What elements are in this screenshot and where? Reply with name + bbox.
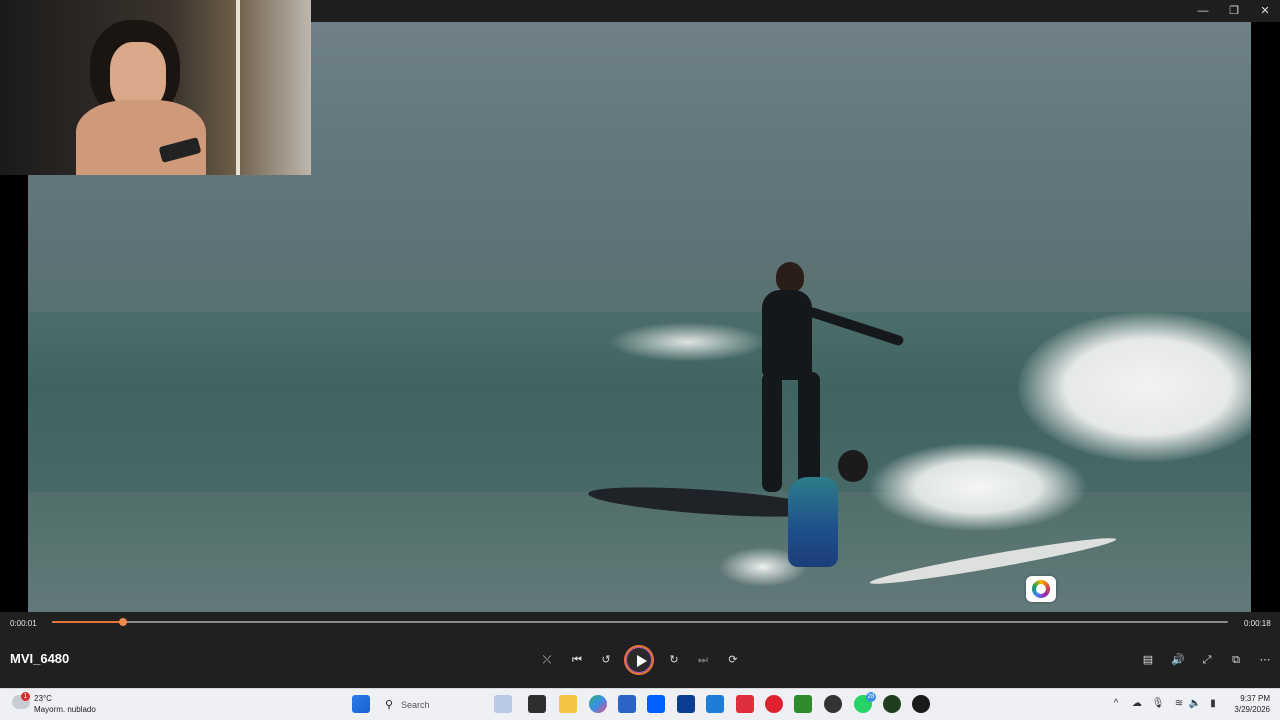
seek-progress <box>52 621 123 623</box>
chatgpt-icon[interactable] <box>824 695 842 713</box>
paddler-head <box>838 450 868 482</box>
dropbox-icon[interactable] <box>647 695 665 713</box>
elapsed-time: 0:00:01 <box>10 619 37 628</box>
lighthouse-icon[interactable] <box>494 695 512 713</box>
speaker-icon[interactable]: 🔈 <box>1188 698 1202 709</box>
surfboard-white <box>868 532 1118 590</box>
store-icon[interactable] <box>618 695 636 713</box>
next-icon[interactable]: ⏭ <box>692 650 714 670</box>
copilot-icon[interactable] <box>589 695 607 713</box>
media-player-window: — ❐ ✕ 0:00:01 0:00:18 MVI_6480 ⤬ ⏮ ↺ ↻ ⏭… <box>0 0 1280 720</box>
repeat-off-icon[interactable]: ⟳ <box>722 650 744 670</box>
taskbar: 1 23°C Mayorm. nublado ⚲ Search 28 ^ ☁ 🎙… <box>0 688 1280 720</box>
surfer-head <box>776 262 804 292</box>
search-label: Search <box>401 700 430 710</box>
close-icon[interactable]: ✕ <box>1250 3 1280 19</box>
surfer-leg-left <box>762 372 782 492</box>
wifi-icon[interactable]: ≋ <box>1172 698 1186 709</box>
surfer-leg-right <box>798 372 820 487</box>
terminal-icon[interactable] <box>794 695 812 713</box>
forward-30-icon[interactable]: ↻ <box>663 650 685 670</box>
media-player-icon[interactable] <box>912 695 930 713</box>
opera-icon[interactable] <box>765 695 783 713</box>
battery-icon[interactable]: ▮ <box>1206 698 1220 709</box>
task-view-icon[interactable] <box>528 695 546 713</box>
seek-bar[interactable] <box>52 618 1228 626</box>
search-icon: ⚲ <box>385 699 394 711</box>
subtitles-icon[interactable]: ▤ <box>1137 650 1159 670</box>
weather-temperature[interactable]: 23°C <box>34 694 52 703</box>
minimize-icon[interactable]: — <box>1188 3 1218 19</box>
wps-icon[interactable] <box>736 695 754 713</box>
fullscreen-icon[interactable]: ⤢ <box>1196 650 1218 670</box>
microphone-icon[interactable]: 🎙 <box>1151 698 1165 709</box>
whatsapp-badge: 28 <box>866 692 876 702</box>
xbox-icon[interactable] <box>883 695 901 713</box>
surfer-torso <box>762 290 812 380</box>
whatsapp-icon[interactable]: 28 <box>854 692 876 713</box>
shuffle-icon[interactable]: ⤬ <box>536 650 558 670</box>
seek-thumb[interactable] <box>118 618 127 626</box>
total-duration: 0:00:18 <box>1244 619 1271 628</box>
chevron-up-icon[interactable]: ^ <box>1109 698 1123 709</box>
wave-lip <box>608 322 768 362</box>
weather-alert-badge: 1 <box>21 692 30 701</box>
miniplayer-icon[interactable]: ⧉ <box>1225 650 1247 670</box>
outlook-icon[interactable] <box>706 695 724 713</box>
windows-start-icon[interactable] <box>352 695 370 713</box>
webcam-overlay <box>0 0 311 175</box>
player-controls: 0:00:01 0:00:18 MVI_6480 ⤬ ⏮ ↺ ↻ ⏭ ⟳ ▤ 🔊… <box>0 612 1280 688</box>
paddler-body <box>788 477 838 567</box>
restore-icon[interactable]: ❐ <box>1219 3 1249 19</box>
volume-icon[interactable]: 🔊 <box>1167 650 1189 670</box>
file-explorer-icon[interactable] <box>559 695 577 713</box>
media-title: MVI_6480 <box>10 651 70 666</box>
clock-time[interactable]: 9:37 PM <box>1232 694 1270 703</box>
more-icon[interactable]: ⋯ <box>1254 650 1276 670</box>
editor-icon[interactable] <box>677 695 695 713</box>
play-button[interactable] <box>624 645 654 675</box>
person-torso <box>76 100 206 175</box>
rewind-10-icon[interactable]: ↺ <box>595 650 617 670</box>
watermark-icon <box>1026 576 1056 602</box>
wave-spray <box>868 442 1088 532</box>
clock-date[interactable]: 3/29/2026 <box>1226 705 1270 714</box>
cloud-sync-icon[interactable]: ☁ <box>1130 698 1144 709</box>
previous-icon[interactable]: ⏮ <box>566 650 588 670</box>
weather-description[interactable]: Mayorm. nublado <box>34 705 96 714</box>
